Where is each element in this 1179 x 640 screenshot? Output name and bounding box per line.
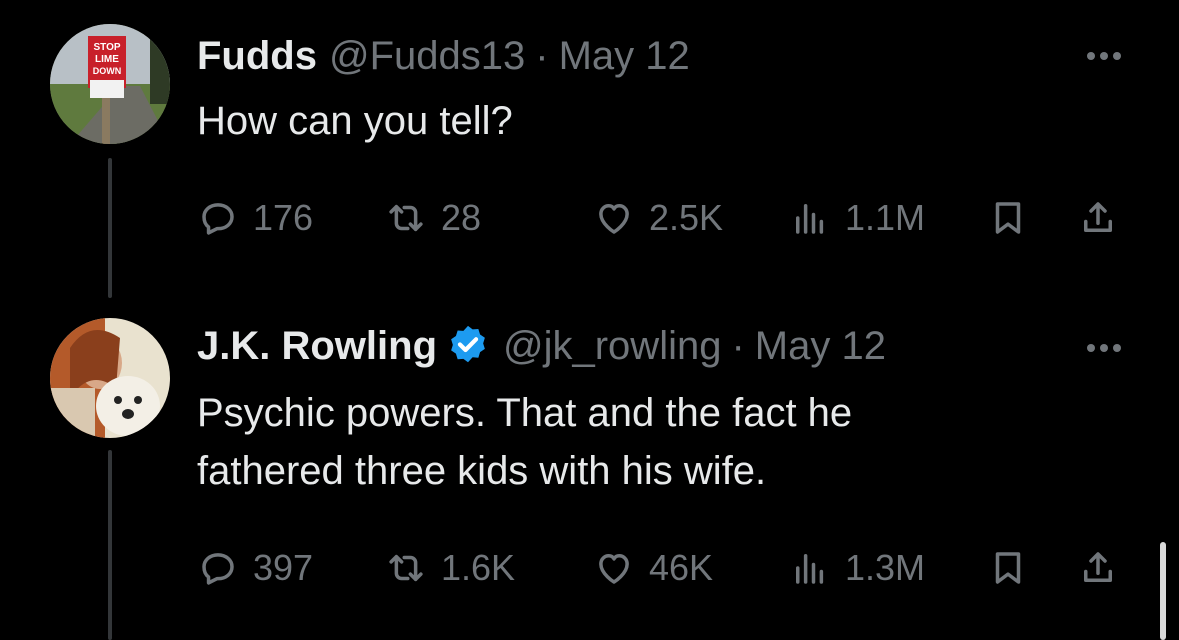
tweet-text: Psychic powers. That and the fact he fat… xyxy=(197,384,1097,500)
views-count: 1.1M xyxy=(845,197,926,238)
reply-icon xyxy=(202,203,234,235)
more-icon[interactable] xyxy=(1087,344,1121,352)
share-button[interactable] xyxy=(1077,543,1119,593)
avatar-sign-line3: DOWN xyxy=(93,66,122,76)
display-name[interactable]: Fudds xyxy=(197,32,317,80)
like-count: 2.5K xyxy=(649,197,724,238)
views-icon xyxy=(796,204,824,234)
avatar-fudds[interactable]: STOP LIME DOWN xyxy=(50,24,170,144)
retweet-count: 28 xyxy=(441,197,482,238)
thread-line xyxy=(108,450,112,640)
bookmark-button[interactable] xyxy=(987,543,1029,593)
scrollbar[interactable] xyxy=(1160,542,1166,640)
bookmark-icon xyxy=(995,202,1021,234)
reply-count: 176 xyxy=(253,197,314,238)
avatar-jk-rowling[interactable] xyxy=(50,318,170,438)
views-count: 1.3M xyxy=(845,547,926,588)
tweet-text-line: fathered three kids with his wife. xyxy=(197,449,767,493)
share-icon xyxy=(1084,552,1112,582)
share-icon xyxy=(1084,202,1112,232)
action-bar: 397 1.6K 46K 1.3M xyxy=(197,543,1179,593)
tweet-text-line: Psychic powers. That and the fact he xyxy=(197,391,853,435)
tweet-jk-rowling: J.K. Rowling @jk_rowling · May 12 Psychi… xyxy=(0,300,1179,640)
display-name[interactable]: J.K. Rowling xyxy=(197,322,437,370)
separator-dot: · xyxy=(731,324,745,368)
tweet-header: J.K. Rowling @jk_rowling · May 12 xyxy=(197,322,886,370)
like-count: 46K xyxy=(649,547,714,588)
retweet-icon xyxy=(389,554,423,582)
action-bar: 176 28 2.5K 1.1M xyxy=(197,193,1179,243)
verified-badge-icon[interactable] xyxy=(445,323,491,369)
tweet-header: Fudds @Fudds13 · May 12 xyxy=(197,32,690,80)
separator-dot: · xyxy=(535,34,549,78)
tweet-text-line: How can you tell? xyxy=(197,99,513,143)
tweet-fudds: STOP LIME DOWN Fudds @Fudds13 · May 12 H… xyxy=(0,0,1179,300)
retweet-count: 1.6K xyxy=(441,547,516,588)
avatar-sign-line1: STOP xyxy=(93,42,120,53)
user-handle[interactable]: @jk_rowling xyxy=(503,322,721,370)
reply-icon xyxy=(202,553,234,585)
user-handle[interactable]: @Fudds13 xyxy=(329,32,525,80)
reply-button[interactable]: 397 xyxy=(197,543,313,593)
heart-icon xyxy=(599,204,629,234)
more-icon[interactable] xyxy=(1087,52,1121,60)
retweet-button[interactable]: 28 xyxy=(385,193,481,243)
bookmark-button[interactable] xyxy=(987,193,1029,243)
bookmark-icon xyxy=(995,552,1021,584)
heart-icon xyxy=(599,554,629,584)
reply-count: 397 xyxy=(253,547,314,588)
like-button[interactable]: 2.5K xyxy=(593,193,723,243)
retweet-button[interactable]: 1.6K xyxy=(385,543,515,593)
share-button[interactable] xyxy=(1077,193,1119,243)
tweet-date[interactable]: May 12 xyxy=(559,32,690,80)
views-icon xyxy=(796,554,824,584)
views-button[interactable]: 1.1M xyxy=(789,193,925,243)
tweet-date[interactable]: May 12 xyxy=(755,322,886,370)
views-button[interactable]: 1.3M xyxy=(789,543,925,593)
like-button[interactable]: 46K xyxy=(593,543,713,593)
reply-button[interactable]: 176 xyxy=(197,193,313,243)
avatar-sign-line2: LIME xyxy=(95,54,119,65)
tweet-text: How can you tell? xyxy=(197,92,513,150)
retweet-icon xyxy=(389,204,423,232)
thread-line xyxy=(108,158,112,298)
